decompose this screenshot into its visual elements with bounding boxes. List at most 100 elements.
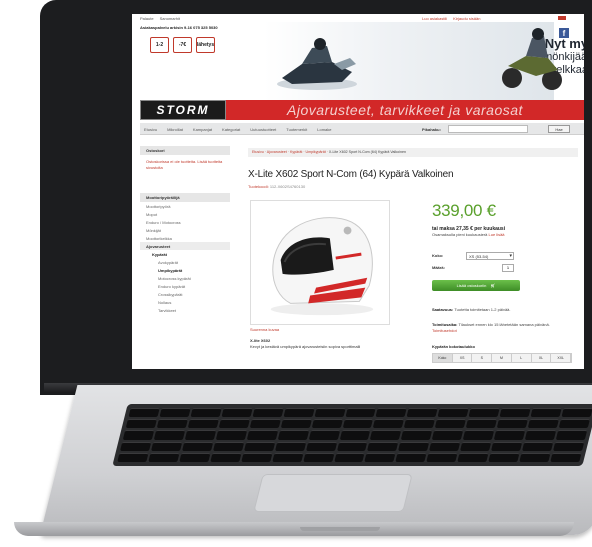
- size-table-cell: Koko: [433, 354, 453, 362]
- keyboard-key: [246, 430, 278, 440]
- keyboard-key: [120, 441, 152, 451]
- keyboard-key: [271, 452, 304, 462]
- size-table-cell: XS: [452, 354, 473, 362]
- category-item[interactable]: Kypärät: [140, 250, 230, 258]
- store-logo[interactable]: STORM: [140, 100, 226, 120]
- keyboard-key: [125, 419, 157, 429]
- keyboard-key: [491, 441, 523, 451]
- enlarge-image-link[interactable]: Suurenna kuvaa: [250, 327, 279, 332]
- keyboard-key: [342, 419, 374, 429]
- subcategory-item-selected[interactable]: Umpikypärät: [140, 266, 230, 274]
- subcategory-item[interactable]: Tarvikkeet: [140, 306, 230, 314]
- subcategory-item[interactable]: Nollaus: [140, 298, 230, 306]
- register-link[interactable]: Luo asiakastili: [422, 16, 447, 21]
- size-select[interactable]: XS (53-54): [466, 252, 514, 260]
- subcategory-item[interactable]: Motocross kypärät: [140, 274, 230, 282]
- keyboard-key: [333, 452, 366, 462]
- quantity-input[interactable]: 1: [502, 264, 514, 272]
- nav-item[interactable]: Mikroillat: [167, 127, 183, 132]
- category-item[interactable]: Moottoripyörä: [140, 202, 230, 210]
- size-table: Koko XS S M L XL XXL: [432, 353, 572, 363]
- size-table-cell: XL: [531, 354, 552, 362]
- shipping-link[interactable]: Toimitusehdot: [432, 328, 457, 333]
- search-label: Pikahaku:: [422, 127, 441, 132]
- keyboard-key: [496, 419, 529, 429]
- keyboard-key: [252, 408, 284, 418]
- search-button[interactable]: Hae: [548, 125, 570, 133]
- keyboard-key: [311, 419, 343, 429]
- nav-item[interactable]: Lomake: [317, 127, 331, 132]
- brand-tagline: Ajovarusteet, tarvikkeet ja varaosat: [226, 100, 584, 120]
- installment-link[interactable]: Lue lisää: [489, 232, 505, 237]
- add-to-cart-button[interactable]: Lisää ostoskoriin 🛒︎: [432, 280, 520, 291]
- login-link[interactable]: Kirjaudu sisään: [453, 16, 480, 21]
- subcategory-item[interactable]: Enduro kypärät: [140, 282, 230, 290]
- add-to-cart-label: Lisää ostoskoriin: [456, 283, 487, 288]
- product-description: X-lite X602 Kevyt ja kestävä umpikypärä …: [250, 338, 390, 350]
- subcategory-item[interactable]: Crossikypärät: [140, 290, 230, 298]
- keyboard-key: [406, 408, 439, 418]
- keyboard-key: [404, 419, 436, 429]
- description-text: Kevyt ja kestävä umpikypärä ajovarusteis…: [250, 344, 361, 349]
- dispatch-badge: lähetys: [196, 37, 215, 53]
- product-price: 339,00 €: [432, 201, 496, 220]
- keyboard-key: [314, 408, 346, 418]
- keyboard-key: [148, 452, 180, 462]
- search-input[interactable]: [448, 125, 528, 133]
- product-image[interactable]: [250, 200, 390, 325]
- keyboard-key: [190, 408, 222, 418]
- nav-item[interactable]: Etusivu: [144, 127, 157, 132]
- nav-items: Etusivu Mikroillat Kampanjat Kategoriat …: [144, 127, 332, 132]
- top-link[interactable]: Sanomarhit: [160, 16, 180, 21]
- keyboard-key: [187, 419, 219, 429]
- cart-empty-text: Ostoskorissa ei ole tuotteita. Lisää tuo…: [146, 159, 223, 170]
- main-navigation: Etusivu Mikroillat Kampanjat Kategoriat …: [140, 123, 584, 135]
- nav-item[interactable]: Tuotemerkit: [286, 127, 307, 132]
- size-table-cell: S: [472, 354, 493, 362]
- availability-label: Saatavuus:: [432, 307, 454, 312]
- top-link[interactable]: Palaute: [140, 16, 154, 21]
- product-code: 112-X602S4760130: [269, 184, 306, 189]
- availability-text: Tuotetta toimitetaan 1-2 päivää.: [454, 307, 511, 312]
- keyboard-key: [336, 441, 368, 451]
- category-item-active[interactable]: Ajovarusteet: [140, 242, 230, 250]
- keyboard-key: [153, 430, 186, 440]
- keyboard-key: [555, 430, 588, 440]
- keyboard-key: [460, 441, 492, 451]
- breadcrumb: Etusivu · Ajovarusteet · Kypärät · Umpik…: [248, 148, 578, 157]
- keyboard-key: [519, 452, 551, 462]
- keyboard-key: [465, 419, 498, 429]
- keyboard-key: [426, 452, 458, 462]
- installment-note: Osamaksulla pieni kuukausierä: [432, 232, 488, 237]
- nav-item[interactable]: Uutuustuotteet: [250, 127, 276, 132]
- keyboard-key: [221, 408, 253, 418]
- breadcrumb-trail[interactable]: Etusivu · Ajovarusteet · Kypärät · Umpik…: [252, 150, 329, 154]
- keyboard-key: [308, 430, 340, 440]
- installment-info: tai maksa 27,35 € per kuukausi Osamaksul…: [432, 226, 572, 238]
- keyboard-key: [530, 408, 562, 418]
- promo-banner[interactable]: Nyt myös mönkijään ja kelkkaan!: [264, 22, 584, 102]
- nav-item[interactable]: Kampanjat: [193, 127, 212, 132]
- category-item[interactable]: Moottorikelkka: [140, 234, 230, 242]
- category-item[interactable]: Mopot: [140, 210, 230, 218]
- keyboard-key: [558, 419, 590, 429]
- delivery-badge: 1-2: [150, 37, 169, 53]
- keyboard-key: [280, 419, 312, 429]
- category-item[interactable]: Enduro / Motocross: [140, 218, 230, 226]
- flag-icon[interactable]: [558, 16, 566, 20]
- keyboard-key: [122, 430, 155, 440]
- keyboard-key: [550, 452, 582, 462]
- keyboard-key: [370, 430, 402, 440]
- availability-info: Saatavuus: Tuotetta toimitetaan 1-2 päiv…: [432, 307, 572, 313]
- size-table-title: Kypärän kokotaulukko: [432, 344, 475, 349]
- keyboard-key: [215, 430, 247, 440]
- keyboard-key: [364, 452, 396, 462]
- keyboard-key: [395, 452, 427, 462]
- account-links: Luo asiakastili Kirjaudu sisään: [422, 16, 480, 21]
- keyboard-key: [302, 452, 335, 462]
- keyboard-key: [524, 430, 557, 440]
- category-item[interactable]: Mönkijät: [140, 226, 230, 234]
- nav-item[interactable]: Kategoriat: [222, 127, 240, 132]
- quantity-label: Määrä:: [432, 265, 445, 270]
- subcategory-item[interactable]: Avokypärät: [140, 258, 230, 266]
